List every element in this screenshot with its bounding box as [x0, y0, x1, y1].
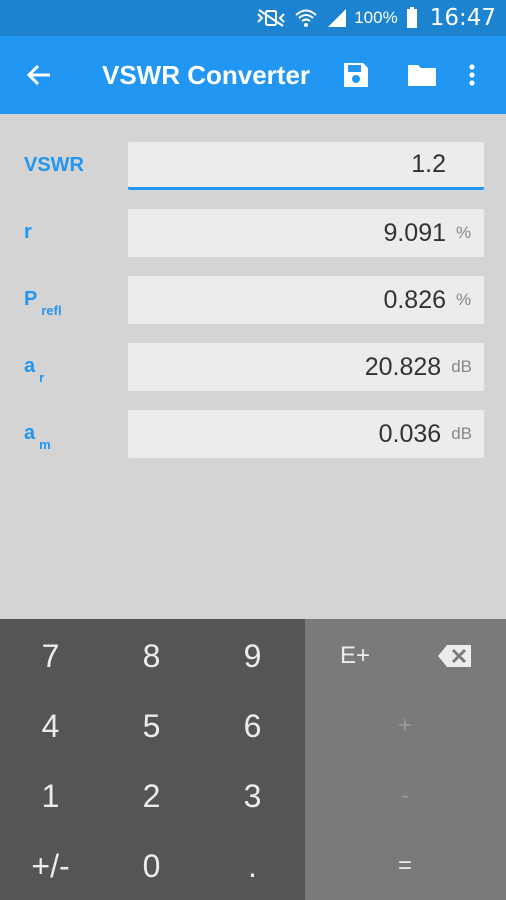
- clock: 16:47: [429, 5, 496, 31]
- mismatch-loss-input[interactable]: 0.036 dB: [128, 410, 484, 458]
- key-minus[interactable]: -: [355, 761, 455, 831]
- return-loss-input[interactable]: 20.828 dB: [128, 343, 484, 391]
- key-3[interactable]: 3: [202, 761, 303, 831]
- field-label: ar: [24, 355, 45, 385]
- folder-icon[interactable]: [404, 58, 440, 92]
- field-unit: dB: [451, 357, 472, 376]
- field-unit: %: [456, 223, 472, 242]
- operator-keys: E+ + - =: [305, 619, 506, 900]
- key-equals[interactable]: =: [355, 831, 455, 900]
- back-arrow-icon[interactable]: [22, 58, 56, 92]
- wifi-icon: [294, 8, 318, 28]
- field-value: 1.2: [411, 150, 446, 178]
- field-label: Prefl: [24, 288, 62, 318]
- field-value: 0.036: [378, 419, 442, 448]
- converter-form: VSWR 1.2 r 9.091 % Prefl 0.826 % ar 20.8…: [0, 114, 506, 619]
- cell-signal-icon: [326, 8, 348, 28]
- row-vswr: VSWR 1.2: [0, 142, 506, 190]
- key-2[interactable]: 2: [101, 761, 202, 831]
- more-vert-icon[interactable]: [460, 58, 484, 92]
- key-plus[interactable]: +: [355, 691, 455, 761]
- row-reflection-coefficient: r 9.091 %: [0, 209, 506, 257]
- key-5[interactable]: 5: [101, 691, 202, 761]
- app-title: VSWR Converter: [102, 60, 311, 90]
- row-return-loss: ar 20.828 dB: [0, 343, 506, 391]
- save-icon[interactable]: [339, 58, 373, 92]
- field-value: 0.826: [383, 285, 446, 314]
- key-exponent[interactable]: E+: [305, 621, 405, 691]
- battery-icon: [406, 7, 418, 29]
- field-label: VSWR: [24, 154, 84, 176]
- key-decimal[interactable]: .: [202, 831, 303, 900]
- backspace-icon[interactable]: [405, 621, 505, 691]
- field-value: 9.091: [383, 218, 446, 247]
- battery-percent: 100%: [354, 8, 398, 27]
- field-unit: dB: [451, 424, 472, 443]
- reflection-coefficient-input[interactable]: 9.091 %: [128, 209, 484, 257]
- app-bar: VSWR Converter: [0, 36, 506, 114]
- key-0[interactable]: 0: [101, 831, 202, 900]
- field-value: 20.828: [364, 352, 442, 381]
- key-plus-minus[interactable]: +/-: [0, 831, 101, 900]
- key-8[interactable]: 8: [101, 621, 202, 691]
- key-1[interactable]: 1: [0, 761, 101, 831]
- row-mismatch-loss: am 0.036 dB: [0, 410, 506, 458]
- keypad: 7 8 9 4 5 6 1 2 3 +/- 0 . E+ + - =: [0, 619, 506, 900]
- key-4[interactable]: 4: [0, 691, 101, 761]
- field-unit: %: [456, 290, 472, 309]
- field-label: r: [24, 221, 32, 243]
- key-6[interactable]: 6: [202, 691, 303, 761]
- numeric-keys: 7 8 9 4 5 6 1 2 3 +/- 0 .: [0, 619, 305, 900]
- reflected-power-input[interactable]: 0.826 %: [128, 276, 484, 324]
- vswr-input[interactable]: 1.2: [128, 142, 484, 190]
- field-label: am: [24, 422, 51, 452]
- row-reflected-power: Prefl 0.826 %: [0, 276, 506, 324]
- key-7[interactable]: 7: [0, 621, 101, 691]
- key-9[interactable]: 9: [202, 621, 303, 691]
- status-bar: 100% 16:47: [0, 0, 506, 36]
- mute-vibrate-icon: [256, 8, 286, 28]
